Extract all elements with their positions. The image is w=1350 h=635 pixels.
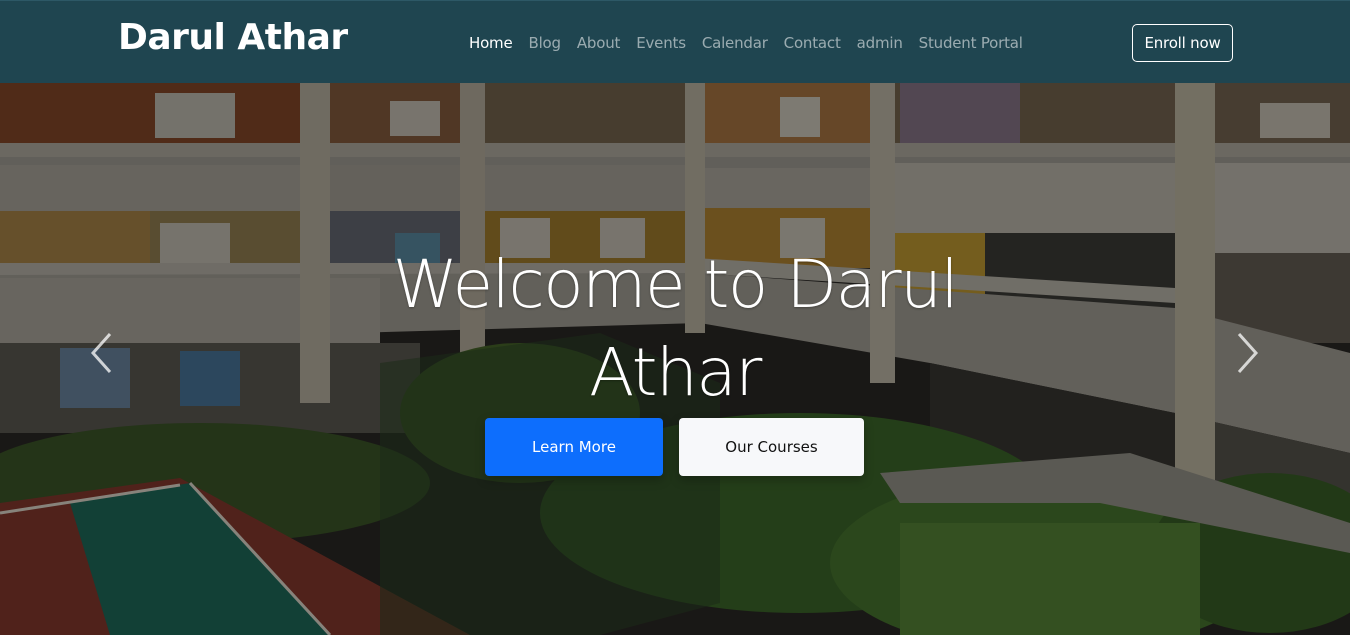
our-courses-button[interactable]: Our Courses bbox=[679, 418, 864, 476]
nav-links: Home Blog About Events Calendar Contact … bbox=[469, 33, 1023, 52]
brand-logo[interactable]: Darul Athar bbox=[118, 17, 348, 58]
nav-link-admin[interactable]: admin bbox=[857, 34, 903, 52]
nav-link-contact[interactable]: Contact bbox=[784, 34, 841, 52]
hero-title: Welcome to Darul Athar bbox=[392, 246, 959, 411]
nav-link-blog[interactable]: Blog bbox=[529, 34, 562, 52]
carousel-prev-button[interactable] bbox=[82, 328, 122, 378]
chevron-left-icon bbox=[90, 332, 112, 374]
enroll-button[interactable]: Enroll now bbox=[1132, 24, 1233, 62]
carousel-next-button[interactable] bbox=[1227, 328, 1267, 378]
learn-more-button[interactable]: Learn More bbox=[485, 418, 663, 476]
nav-link-home[interactable]: Home bbox=[469, 34, 513, 52]
nav-link-about[interactable]: About bbox=[577, 34, 621, 52]
nav-link-calendar[interactable]: Calendar bbox=[702, 34, 768, 52]
nav-link-student-portal[interactable]: Student Portal bbox=[919, 34, 1023, 52]
nav-link-events[interactable]: Events bbox=[636, 34, 686, 52]
navbar: Darul Athar Home Blog About Events Calen… bbox=[0, 0, 1350, 83]
chevron-right-icon bbox=[1237, 332, 1259, 374]
hero-carousel: Welcome to Darul Athar Learn More Our Co… bbox=[0, 83, 1350, 635]
